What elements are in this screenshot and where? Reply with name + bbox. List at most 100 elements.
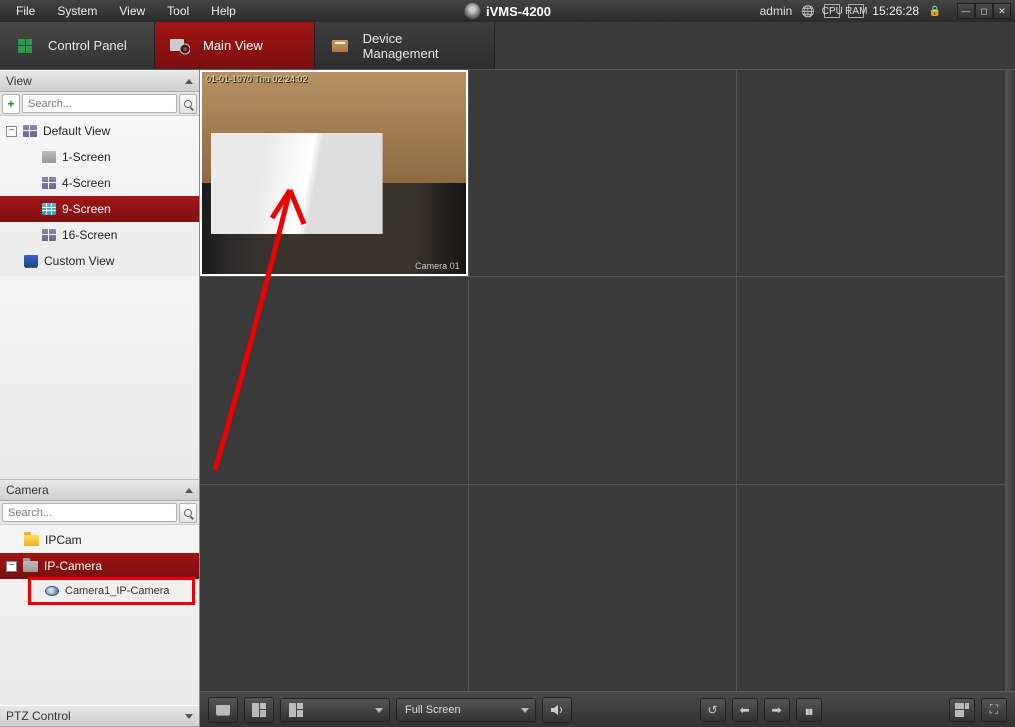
camera-panel-title: Camera [6, 483, 49, 497]
menu-bar: File System View Tool Help iVMS-4200 adm… [0, 0, 1015, 22]
menu-tool[interactable]: Tool [157, 1, 199, 21]
ptz-panel-title: PTZ Control [6, 709, 71, 723]
tab-main-view[interactable]: Main View [155, 22, 315, 69]
tree-ipcam-group[interactable]: IPCam [0, 527, 199, 553]
pause-button[interactable] [796, 698, 822, 722]
video-cell-9[interactable] [737, 485, 1005, 691]
tab-bar: Control Panel Main View Device Managemen… [0, 22, 1015, 70]
device-management-icon [329, 35, 351, 57]
menu-file[interactable]: File [6, 1, 45, 21]
view-panel-header[interactable]: View [0, 70, 199, 92]
ptz-panel-header[interactable]: PTZ Control [0, 705, 199, 727]
feed-timestamp: 01-01-1970 Thu 02:24:02 [206, 74, 307, 84]
view-search-button[interactable] [179, 94, 197, 114]
window-maximize-button[interactable]: ◻ [975, 3, 993, 19]
window-close-button[interactable]: ✕ [993, 3, 1011, 19]
video-cell-1[interactable]: 01-01-1970 Thu 02:24:02 Camera 01 [200, 70, 468, 276]
tree-16-screen[interactable]: 16-Screen [0, 222, 199, 248]
view-panel-title: View [6, 74, 32, 88]
menu-system[interactable]: System [47, 1, 107, 21]
chevron-up-icon [185, 488, 193, 493]
ram-status-icon[interactable]: RAM [848, 4, 864, 18]
default-view-label: Default View [43, 124, 110, 138]
expand-icon [990, 702, 998, 717]
clock: 15:26:28 [872, 4, 919, 18]
video-cell-7[interactable] [200, 485, 468, 691]
layout-multi-button[interactable] [244, 697, 274, 723]
view-tree: − Default View 1-Screen 4-Screen 9-Scree… [0, 116, 199, 276]
tree-ipcamera-group[interactable]: − IP-Camera [0, 553, 199, 579]
layouts-icon [289, 703, 303, 717]
tree-4-screen[interactable]: 4-Screen [0, 170, 199, 196]
grid16-icon [42, 229, 56, 241]
video-cell-4[interactable] [200, 277, 468, 483]
undo-button[interactable] [700, 698, 726, 722]
tree-1-screen[interactable]: 1-Screen [0, 144, 199, 170]
chevron-up-icon [185, 79, 193, 84]
folder-icon [24, 535, 39, 546]
vertical-scrollbar[interactable] [1005, 70, 1015, 691]
lock-icon[interactable] [927, 4, 943, 18]
chevron-down-icon [185, 714, 193, 719]
window-minimize-button[interactable]: — [957, 3, 975, 19]
one-screen-label: 1-Screen [62, 150, 111, 164]
network-status-icon[interactable] [800, 4, 816, 18]
tab-device-management-label: Device Management [363, 31, 480, 61]
collapse-toggle[interactable]: − [6, 561, 17, 572]
prev-button[interactable] [732, 698, 758, 722]
tab-control-panel[interactable]: Control Panel [0, 22, 155, 69]
video-cell-2[interactable] [469, 70, 737, 276]
view-search-input[interactable] [22, 94, 177, 113]
video-cell-8[interactable] [469, 485, 737, 691]
next-button[interactable] [764, 698, 790, 722]
monitor-icon [216, 705, 230, 715]
camera-search-input[interactable] [2, 503, 177, 522]
camera-tree: IPCam − IP-Camera Camera1_IP-Camera [0, 525, 199, 705]
viewer-area: 01-01-1970 Thu 02:24:02 Camera 01 [200, 70, 1015, 727]
grid9-icon [42, 203, 56, 215]
speaker-icon [550, 704, 564, 716]
video-cell-5[interactable] [469, 277, 737, 483]
tab-main-view-label: Main View [203, 38, 263, 53]
screen-icon [42, 151, 56, 163]
tree-default-view[interactable]: − Default View [0, 118, 199, 144]
layout-right-button[interactable] [949, 698, 975, 722]
tab-device-management[interactable]: Device Management [315, 22, 495, 69]
caret-down-icon [375, 708, 383, 713]
camera-icon [45, 586, 59, 596]
fullscreen-label: Full Screen [405, 704, 461, 716]
menu-view[interactable]: View [109, 1, 155, 21]
tab-control-panel-label: Control Panel [48, 38, 127, 53]
video-cell-3[interactable] [737, 70, 1005, 276]
video-cell-6[interactable] [737, 277, 1005, 483]
cpu-status-icon[interactable]: CPU [824, 4, 840, 18]
fullscreen-dropdown[interactable]: Full Screen [396, 698, 536, 722]
video-feed: 01-01-1970 Thu 02:24:02 Camera 01 [202, 72, 466, 274]
menu-help[interactable]: Help [201, 1, 246, 21]
grid-icon [23, 125, 37, 137]
sixteen-screen-label: 16-Screen [62, 228, 117, 242]
collapse-toggle[interactable]: − [6, 126, 17, 137]
volume-button[interactable] [542, 697, 572, 723]
nine-screen-label: 9-Screen [62, 202, 111, 216]
tree-custom-view[interactable]: Custom View [0, 248, 199, 274]
arrow-right-icon [771, 703, 781, 717]
add-view-button[interactable]: + [2, 94, 20, 114]
four-screen-label: 4-Screen [62, 176, 111, 190]
search-icon [184, 100, 192, 108]
grid4-icon [42, 177, 56, 189]
caret-down-icon [521, 708, 529, 713]
app-title: iVMS-4200 [486, 4, 551, 19]
undo-icon [707, 703, 717, 717]
custom-view-label: Custom View [44, 254, 114, 268]
camera-search-button[interactable] [179, 503, 197, 523]
layout-dropdown[interactable] [280, 698, 390, 722]
tree-9-screen[interactable]: 9-Screen [0, 196, 199, 222]
fullscreen-button[interactable] [981, 698, 1007, 722]
camera-panel-header[interactable]: Camera [0, 479, 199, 501]
camera1-item[interactable]: Camera1_IP-Camera [28, 577, 195, 605]
folder-icon [23, 561, 38, 572]
monitor-icon [24, 255, 38, 267]
current-user: admin [760, 4, 793, 18]
layout-1-button[interactable] [208, 697, 238, 723]
